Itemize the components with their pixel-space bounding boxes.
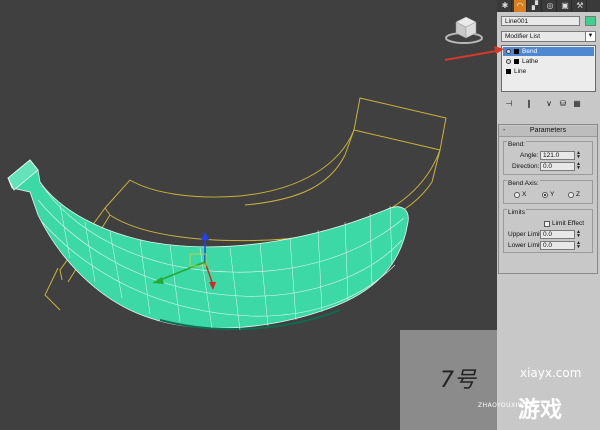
utilities-icon: ⚒ (576, 1, 584, 10)
parameters-rollout-header[interactable]: - Parameters (499, 126, 597, 137)
modifier-list-label: Modifier List (505, 33, 541, 40)
stack-item-line[interactable]: Line (503, 67, 594, 76)
axis-z-label: Z (576, 191, 580, 198)
chevron-down-icon[interactable]: ▼ (585, 32, 595, 41)
stack-item-label: Line (514, 68, 527, 75)
bend-axis-group-title: Bend Axis: (507, 180, 540, 188)
watermark-site: xiayx.com (520, 366, 582, 380)
tab-hierarchy[interactable]: ▞ (529, 0, 542, 12)
watermark-brand: 游戏 (518, 398, 563, 423)
direction-label: Direction: (512, 163, 540, 170)
angle-spinner[interactable]: ▲ ▼ (576, 151, 581, 160)
upper-limit-spinner[interactable]: ▲ ▼ (576, 230, 581, 239)
limits-group-title: Limits (507, 209, 526, 217)
expand-icon[interactable] (506, 69, 511, 74)
expand-icon[interactable] (514, 49, 519, 54)
modifier-list-dropdown[interactable]: Modifier List ▼ (501, 31, 596, 42)
bend-axis-group: Bend Axis: X Y Z (503, 180, 593, 204)
upper-limit-label: Upper Limit: (508, 231, 544, 238)
tab-motion[interactable]: ◎ (544, 0, 557, 12)
modifier-stack: Bend Lathe Line (501, 45, 596, 92)
limit-effect-checkbox[interactable] (544, 221, 550, 227)
modify-icon: ◠ (516, 1, 524, 10)
viewcube-icon[interactable] (445, 16, 483, 44)
angle-input[interactable]: 121.0 (540, 151, 575, 160)
motion-icon: ◎ (546, 1, 554, 10)
expand-icon[interactable] (514, 59, 519, 64)
create-icon: ✱ (501, 1, 509, 10)
lower-limit-label: Lower Limit: (508, 242, 544, 249)
angle-label: Angle: (520, 152, 539, 159)
lightbulb-icon[interactable] (506, 59, 511, 64)
watermark-logo: 7号 (440, 368, 476, 393)
axis-y-label: Y (550, 191, 555, 198)
make-unique-icon[interactable]: ∨ (543, 98, 555, 110)
object-color-swatch[interactable] (585, 16, 596, 26)
object-name-field[interactable]: Line001 (501, 16, 580, 26)
bend-group-title: Bend: (507, 141, 526, 149)
pin-stack-icon[interactable]: ⊣ (503, 98, 515, 110)
upper-limit-input[interactable]: 0.0 (540, 230, 575, 239)
rollout-title: Parameters (529, 127, 567, 134)
display-icon: ▣ (561, 1, 569, 10)
axis-z-radio[interactable] (568, 192, 574, 198)
configure-sets-icon[interactable]: ▦ (571, 98, 583, 110)
collapse-icon: - (503, 127, 506, 134)
bend-group: Bend: Angle: 121.0 ▲ ▼ Direction: 0.0 ▲ ▼ (503, 141, 593, 175)
lower-limit-input[interactable]: 0.0 (540, 241, 575, 250)
axis-x-radio[interactable] (514, 192, 520, 198)
show-end-result-icon[interactable]: ❙ (523, 98, 535, 110)
tab-display[interactable]: ▣ (559, 0, 572, 12)
tab-create[interactable]: ✱ (499, 0, 512, 12)
stack-item-lathe[interactable]: Lathe (503, 57, 594, 66)
lower-limit-spinner[interactable]: ▲ ▼ (576, 241, 581, 250)
remove-modifier-icon[interactable]: ⛁ (557, 98, 569, 110)
limit-effect-label: Limit Effect (552, 220, 585, 227)
hierarchy-icon: ▞ (531, 1, 539, 10)
stack-item-label: Bend (522, 48, 538, 55)
command-panel-tabs: ✱ ◠ ▞ ◎ ▣ ⚒ (497, 0, 600, 12)
stack-toolbar: ⊣ ❙ ∨ ⛁ ▦ (501, 98, 596, 110)
axis-y-radio[interactable] (542, 192, 548, 198)
watermark: 7号 xiayx.com ZHAOYOUXIWANG 游戏 (400, 330, 600, 430)
parameters-rollout: - Parameters Bend: Angle: 121.0 ▲ ▼ Direc… (498, 124, 598, 274)
stack-item-label: Lathe (522, 58, 539, 65)
direction-spinner[interactable]: ▲ ▼ (576, 162, 581, 171)
direction-input[interactable]: 0.0 (540, 162, 575, 171)
tab-utilities[interactable]: ⚒ (574, 0, 587, 12)
stack-item-bend[interactable]: Bend (503, 47, 594, 56)
axis-x-label: X (522, 191, 527, 198)
limits-group: Limits Limit Effect Upper Limit: 0.0 ▲ ▼ … (503, 209, 593, 253)
tab-modify[interactable]: ◠ (514, 0, 527, 12)
lightbulb-icon[interactable] (506, 49, 511, 54)
